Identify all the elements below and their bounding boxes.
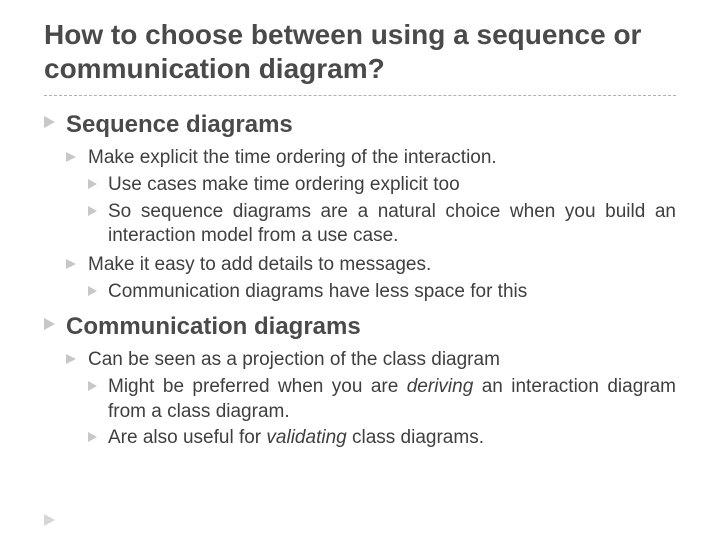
item-text: Might be preferred when you are deriving…: [108, 375, 676, 424]
item-text: Make explicit the time ordering of the i…: [88, 146, 676, 171]
sub-list: Use cases make time ordering explicit to…: [88, 173, 676, 249]
section-heading: Sequence diagrams: [66, 110, 676, 140]
list-item: Make explicit the time ordering of the i…: [66, 146, 676, 249]
list-item: Can be seen as a projection of the class…: [66, 348, 676, 451]
section-sequence: Sequence diagrams Make explicit the time…: [44, 110, 676, 304]
item-text: Use cases make time ordering explicit to…: [108, 173, 676, 198]
section-items: Can be seen as a projection of the class…: [66, 348, 676, 451]
triangle-icon: [44, 514, 55, 526]
sub-list: Communication diagrams have less space f…: [88, 280, 676, 305]
slide-title: How to choose between using a sequence o…: [44, 18, 676, 96]
section-communication: Communication diagrams Can be seen as a …: [44, 312, 676, 451]
item-text: Make it easy to add details to messages.: [88, 253, 676, 278]
list-item: Communication diagrams have less space f…: [88, 280, 676, 305]
section-items: Make explicit the time ordering of the i…: [66, 146, 676, 304]
list-item: Make it easy to add details to messages.…: [66, 253, 676, 304]
item-text: So sequence diagrams are a natural choic…: [108, 200, 676, 249]
content-list: Sequence diagrams Make explicit the time…: [44, 110, 676, 451]
item-text: Communication diagrams have less space f…: [108, 280, 676, 305]
list-item: Might be preferred when you are deriving…: [88, 375, 676, 424]
section-heading: Communication diagrams: [66, 312, 676, 342]
list-item: Are also useful for validating class dia…: [88, 426, 676, 451]
list-item: So sequence diagrams are a natural choic…: [88, 200, 676, 249]
item-text: Can be seen as a projection of the class…: [88, 348, 676, 373]
sub-list: Might be preferred when you are deriving…: [88, 375, 676, 451]
item-text: Are also useful for validating class dia…: [108, 426, 676, 451]
list-item: Use cases make time ordering explicit to…: [88, 173, 676, 198]
slide: How to choose between using a sequence o…: [0, 0, 720, 540]
